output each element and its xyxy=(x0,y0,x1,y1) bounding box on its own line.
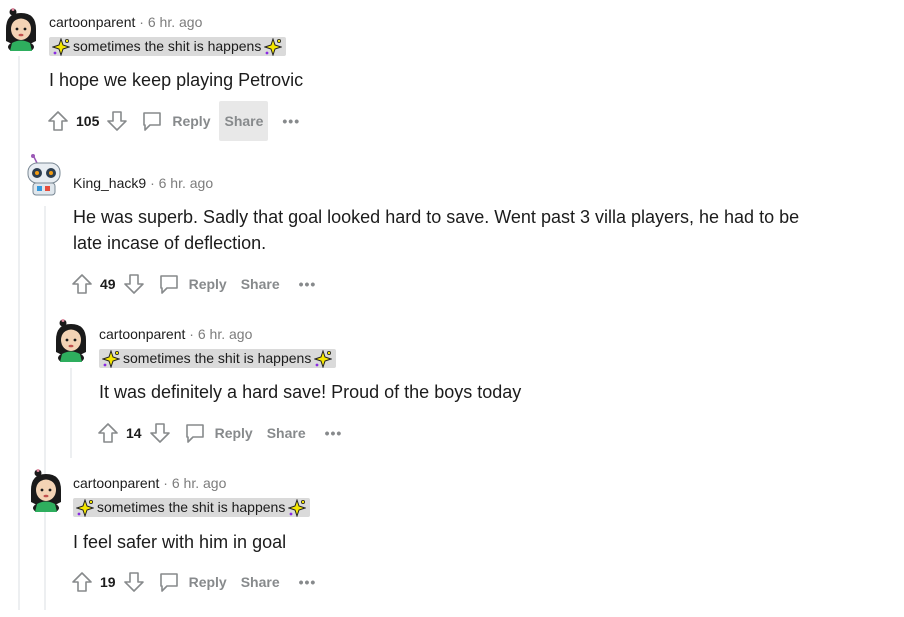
share-label: Share xyxy=(240,574,280,590)
meta-separator: · xyxy=(189,326,194,342)
speech-bubble-icon xyxy=(185,424,204,443)
share-button[interactable]: Share xyxy=(236,562,285,602)
user-flair: sometimes the shit is happens xyxy=(49,37,287,56)
share-label: Share xyxy=(266,425,306,441)
comment-actions: 14 Reply Share ••• xyxy=(96,413,350,453)
timestamp[interactable]: 6 hr. ago xyxy=(159,175,214,191)
upvote-arrow-icon[interactable] xyxy=(70,570,94,594)
downvote-arrow-icon[interactable] xyxy=(105,109,129,133)
meta-separator: · xyxy=(163,475,168,491)
more-options-button[interactable]: ••• xyxy=(291,276,325,292)
comment-body: I hope we keep playing Petrovic xyxy=(49,70,304,90)
downvote-arrow-icon[interactable] xyxy=(122,272,146,296)
reply-label: Reply xyxy=(172,113,211,129)
sparkle-icon xyxy=(288,499,306,516)
timestamp[interactable]: 6 hr. ago xyxy=(198,326,253,342)
comment-body: I feel safer with him in goal xyxy=(73,532,287,552)
share-label: Share xyxy=(224,113,264,129)
speech-bubble-icon xyxy=(143,112,162,131)
timestamp[interactable]: 6 hr. ago xyxy=(148,14,203,30)
downvote-arrow-icon[interactable] xyxy=(122,570,146,594)
author-link[interactable]: King_hack9 xyxy=(73,175,146,191)
vote-score: 19 xyxy=(100,574,116,590)
sparkle-icon xyxy=(76,499,94,516)
user-avatar-icon[interactable] xyxy=(1,7,41,51)
author-link[interactable]: cartoonparent xyxy=(73,475,159,491)
reply-button[interactable]: Reply xyxy=(152,264,232,304)
comment-body: It was definitely a hard save! Proud of … xyxy=(99,382,522,402)
comment-meta: King_hack9 · 6 hr. ago xyxy=(73,175,213,191)
comment-actions: 49 Reply Share ••• xyxy=(70,264,324,304)
user-avatar-icon[interactable] xyxy=(24,153,64,197)
reply-button[interactable]: Reply xyxy=(135,101,215,141)
reply-label: Reply xyxy=(214,425,253,441)
vote-score: 49 xyxy=(100,276,116,292)
reply-label: Reply xyxy=(188,574,227,590)
more-options-button[interactable]: ••• xyxy=(291,574,325,590)
author-link[interactable]: cartoonparent xyxy=(49,14,135,30)
sparkle-icon xyxy=(102,350,120,367)
upvote-arrow-icon[interactable] xyxy=(70,272,94,296)
speech-bubble-icon xyxy=(159,275,178,294)
comment-meta: cartoonparent · 6 hr. ago xyxy=(73,475,226,491)
more-options-button[interactable]: ••• xyxy=(317,425,351,441)
speech-bubble-icon xyxy=(159,573,178,592)
reply-label: Reply xyxy=(188,276,227,292)
vote-score: 105 xyxy=(76,113,100,129)
timestamp[interactable]: 6 hr. ago xyxy=(172,475,227,491)
vote-score: 14 xyxy=(126,425,142,441)
comment-meta: cartoonparent · 6 hr. ago xyxy=(99,326,252,342)
comment-actions: 19 Reply Share ••• xyxy=(70,562,324,602)
share-button[interactable]: Share xyxy=(262,413,311,453)
share-button[interactable]: Share xyxy=(236,264,285,304)
sparkle-icon xyxy=(52,38,70,55)
comment-meta: cartoonparent · 6 hr. ago xyxy=(49,14,202,30)
user-flair: sometimes the shit is happens xyxy=(99,349,337,368)
meta-separator: · xyxy=(139,14,144,30)
reply-button[interactable]: Reply xyxy=(178,413,258,453)
flair-text: sometimes the shit is happens xyxy=(97,499,286,515)
sparkle-icon xyxy=(264,38,282,55)
comment: King_hack9 · 6 hr. ago He was superb. Sa… xyxy=(0,150,904,305)
downvote-arrow-icon[interactable] xyxy=(148,421,172,445)
comment: cartoonparent · 6 hr. ago sometimes the … xyxy=(0,0,904,145)
comment: cartoonparent · 6 hr. ago sometimes the … xyxy=(0,310,904,455)
flair-text: sometimes the shit is happens xyxy=(73,38,262,54)
share-button[interactable]: Share xyxy=(219,101,269,141)
more-options-button[interactable]: ••• xyxy=(274,113,308,129)
comment-actions: 105 Reply Share ••• xyxy=(46,101,308,141)
share-label: Share xyxy=(240,276,280,292)
author-link[interactable]: cartoonparent xyxy=(99,326,185,342)
reply-button[interactable]: Reply xyxy=(152,562,232,602)
sparkle-icon xyxy=(314,350,332,367)
comment: cartoonparent · 6 hr. ago sometimes the … xyxy=(0,460,904,610)
user-avatar-icon[interactable] xyxy=(26,468,66,512)
meta-separator: · xyxy=(150,175,155,191)
flair-text: sometimes the shit is happens xyxy=(123,350,312,366)
upvote-arrow-icon[interactable] xyxy=(96,421,120,445)
comment-body: He was superb. Sadly that goal looked ha… xyxy=(73,207,800,253)
user-flair: sometimes the shit is happens xyxy=(73,498,311,517)
upvote-arrow-icon[interactable] xyxy=(46,109,70,133)
comment-thread: cartoonparent · 6 hr. ago sometimes the … xyxy=(0,0,904,617)
user-avatar-icon[interactable] xyxy=(51,318,91,362)
